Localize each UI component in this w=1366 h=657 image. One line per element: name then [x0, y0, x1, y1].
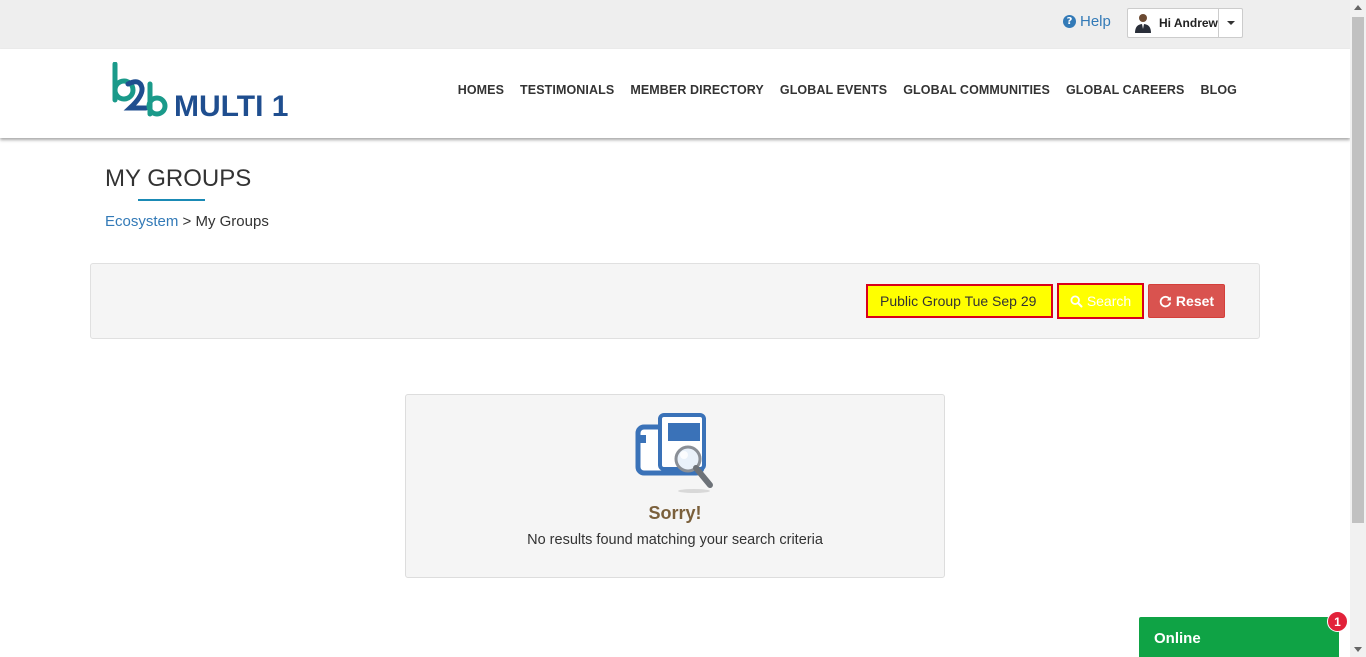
breadcrumb-ecosystem-link[interactable]: Ecosystem — [105, 213, 178, 230]
question-circle-icon: ? — [1063, 15, 1076, 28]
nav-item-global-careers[interactable]: GLOBAL CAREERS — [1066, 83, 1185, 97]
nav-item-blog[interactable]: BLOG — [1200, 83, 1237, 97]
reset-button-label: Reset — [1175, 293, 1215, 309]
help-label: Help — [1080, 13, 1111, 30]
search-button[interactable]: Search — [1057, 283, 1144, 319]
reset-button[interactable]: Reset — [1148, 284, 1225, 318]
chat-widget[interactable]: Online — [1139, 617, 1339, 657]
user-menu-toggle[interactable] — [1219, 9, 1242, 37]
breadcrumb-current: My Groups — [195, 213, 269, 230]
caret-down-icon — [1226, 21, 1235, 25]
search-icon — [1070, 294, 1083, 307]
scroll-up-arrow-icon[interactable] — [1354, 5, 1362, 10]
brand-logo[interactable]: MULTI 1 — [110, 62, 310, 122]
user-greeting: Hi Andrew — [1159, 16, 1218, 30]
logo-text: MULTI 1 — [174, 90, 288, 122]
chat-status-label: Online — [1154, 630, 1201, 647]
breadcrumb-separator: > — [182, 213, 192, 230]
nav-item-global-events[interactable]: GLOBAL EVENTS — [780, 83, 887, 97]
page-title: MY GROUPS — [105, 165, 252, 192]
nav-item-global-communities[interactable]: GLOBAL COMMUNITIES — [903, 83, 1050, 97]
main-nav: HOMES TESTIMONIALS MEMBER DIRECTORY GLOB… — [458, 83, 1237, 97]
empty-heading: Sorry! — [648, 503, 702, 523]
search-button-label: Search — [1086, 293, 1132, 309]
search-input[interactable] — [866, 284, 1053, 318]
site-header: MULTI 1 HOMES TESTIMONIALS MEMBER DIRECT… — [0, 49, 1350, 138]
nav-item-homes[interactable]: HOMES — [458, 83, 504, 97]
avatar — [1135, 14, 1151, 33]
nav-item-testimonials[interactable]: TESTIMONIALS — [520, 83, 614, 97]
help-link[interactable]: ? Help — [1063, 13, 1111, 30]
scrollbar-thumb[interactable] — [1352, 17, 1364, 523]
breadcrumb: Ecosystem > My Groups — [105, 213, 269, 230]
empty-message: No results found matching your search cr… — [527, 532, 823, 548]
refresh-icon — [1159, 295, 1172, 307]
user-menu-main[interactable]: Hi Andrew — [1128, 9, 1219, 37]
nav-item-member-directory[interactable]: MEMBER DIRECTORY — [630, 83, 764, 97]
user-menu[interactable]: Hi Andrew — [1127, 8, 1243, 38]
title-underline — [138, 199, 205, 201]
scroll-down-arrow-icon[interactable] — [1354, 647, 1362, 652]
chat-notification-badge: 1 — [1327, 611, 1348, 632]
empty-results-box: Sorry! No results found matching your se… — [405, 394, 945, 578]
folder-search-icon — [635, 413, 713, 493]
